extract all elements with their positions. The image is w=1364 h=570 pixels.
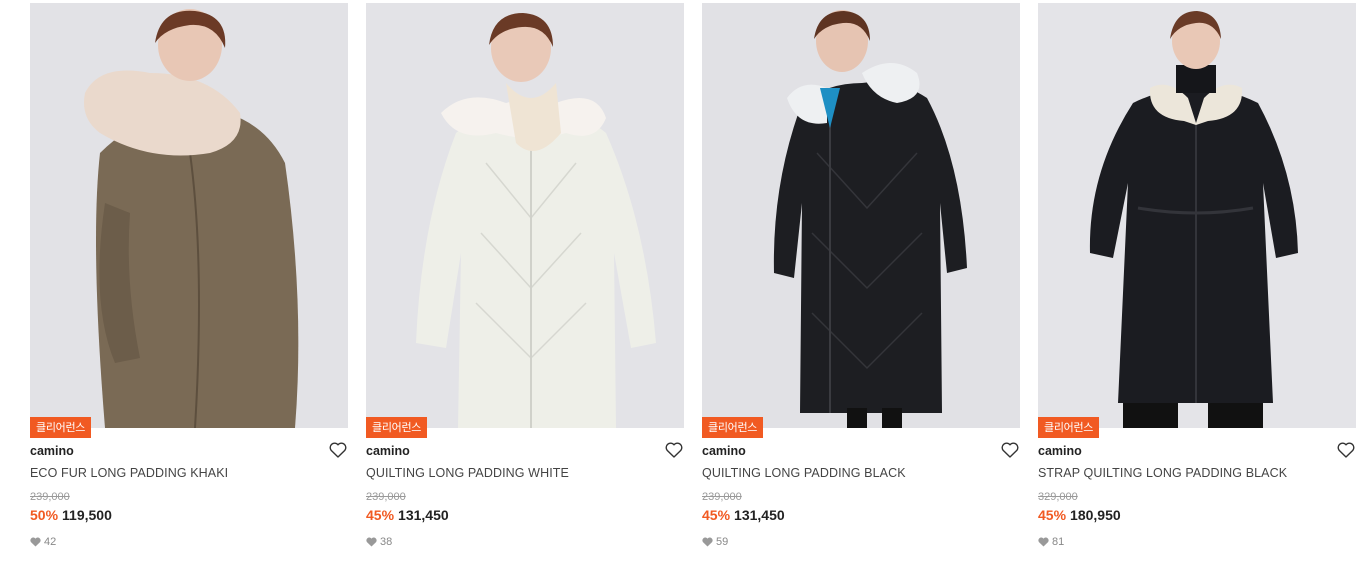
brand-name[interactable]: camino — [366, 444, 410, 458]
product-name[interactable]: STRAP QUILTING LONG PADDING BLACK — [1038, 466, 1287, 480]
product-image[interactable] — [366, 3, 684, 428]
brand-name[interactable]: camino — [702, 444, 746, 458]
price-row: 45% 131,450 — [702, 507, 785, 523]
clearance-badge: 클리어런스 — [702, 417, 764, 438]
brand-name[interactable]: camino — [30, 444, 74, 458]
discount-rate: 50% — [30, 507, 59, 523]
heart-outline-icon — [665, 442, 683, 458]
product-grid: 클리어런스 camino ECO FUR LONG PADDING KHAKI … — [30, 3, 1360, 563]
model-black-strap-coat-photo — [1038, 3, 1356, 428]
like-count-value: 81 — [1052, 536, 1065, 548]
model-white-coat-photo — [366, 3, 684, 428]
wishlist-heart-button[interactable] — [1000, 440, 1020, 460]
product-card[interactable]: 클리어런스 camino QUILTING LONG PADDING BLACK… — [702, 3, 1020, 563]
discount-rate: 45% — [702, 507, 731, 523]
sale-price: 180,950 — [1070, 507, 1121, 523]
like-count-value: 38 — [380, 536, 393, 548]
product-image[interactable] — [30, 3, 348, 428]
like-count-value: 42 — [44, 536, 57, 548]
sale-price: 131,450 — [734, 507, 785, 523]
sale-price: 131,450 — [398, 507, 449, 523]
original-price: 329,000 — [1038, 491, 1078, 503]
original-price: 239,000 — [366, 491, 406, 503]
heart-filled-icon — [30, 537, 41, 547]
product-card[interactable]: 클리어런스 camino QUILTING LONG PADDING WHITE… — [366, 3, 684, 563]
wishlist-heart-button[interactable] — [1336, 440, 1356, 460]
product-image[interactable] — [1038, 3, 1356, 428]
wishlist-heart-button[interactable] — [664, 440, 684, 460]
original-price: 239,000 — [702, 491, 742, 503]
product-name[interactable]: QUILTING LONG PADDING WHITE — [366, 466, 569, 480]
price-row: 45% 131,450 — [366, 507, 449, 523]
heart-outline-icon — [1337, 442, 1355, 458]
like-count: 38 — [366, 536, 392, 548]
wishlist-heart-button[interactable] — [328, 440, 348, 460]
clearance-badge: 클리어런스 — [1038, 417, 1100, 438]
product-card[interactable]: 클리어런스 camino STRAP QUILTING LONG PADDING… — [1038, 3, 1356, 563]
heart-outline-icon — [1001, 442, 1019, 458]
heart-filled-icon — [1038, 537, 1049, 547]
sale-price: 119,500 — [62, 507, 112, 523]
product-name[interactable]: ECO FUR LONG PADDING KHAKI — [30, 466, 228, 480]
like-count: 59 — [702, 536, 728, 548]
product-card[interactable]: 클리어런스 camino ECO FUR LONG PADDING KHAKI … — [30, 3, 348, 563]
heart-outline-icon — [329, 442, 347, 458]
clearance-badge: 클리어런스 — [30, 417, 92, 438]
model-black-coat-photo — [702, 3, 1020, 428]
clearance-badge: 클리어런스 — [366, 417, 428, 438]
price-row: 45% 180,950 — [1038, 507, 1121, 523]
like-count-value: 59 — [716, 536, 729, 548]
brand-name[interactable]: camino — [1038, 444, 1082, 458]
original-price: 239,000 — [30, 491, 70, 503]
heart-filled-icon — [702, 537, 713, 547]
heart-filled-icon — [366, 537, 377, 547]
model-khaki-coat-photo — [30, 3, 348, 428]
discount-rate: 45% — [1038, 507, 1067, 523]
like-count: 42 — [30, 536, 56, 548]
discount-rate: 45% — [366, 507, 395, 523]
like-count: 81 — [1038, 536, 1064, 548]
price-row: 50% 119,500 — [30, 507, 112, 523]
product-image[interactable] — [702, 3, 1020, 428]
product-name[interactable]: QUILTING LONG PADDING BLACK — [702, 466, 906, 480]
